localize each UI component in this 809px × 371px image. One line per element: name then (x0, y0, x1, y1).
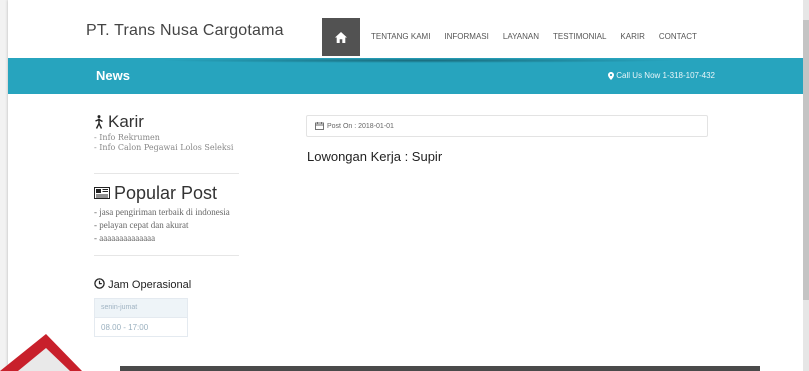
list-item[interactable]: - aaaaaaaaaaaaaa (94, 232, 239, 245)
main-nav: TENTANG KAMI INFORMASI LAYANAN TESTIMONI… (371, 32, 711, 41)
watermark-logo (0, 334, 82, 371)
jam-operasional-title-text: Jam Operasional (108, 279, 192, 291)
list-item[interactable]: - Info Calon Pegawai Lolos Seleksi (94, 143, 239, 153)
clock-icon (94, 278, 105, 289)
popular-post-list: - jasa pengiriman terbaik di indonesia -… (94, 206, 239, 245)
list-item[interactable]: - jasa pengiriman terbaik di indonesia (94, 206, 239, 219)
popular-link-2[interactable]: pelayan cepat dan akurat (99, 220, 188, 230)
divider (94, 173, 239, 174)
nav-informasi[interactable]: INFORMASI (444, 32, 488, 41)
scrollbar-thumb[interactable] (803, 20, 809, 300)
nav-contact[interactable]: CONTACT (659, 32, 697, 41)
nav-tentang-kami[interactable]: TENTANG KAMI (371, 32, 430, 41)
post-meta-box: Post On : 2018-01-01 (306, 115, 708, 137)
sidebar: Karir - Info Rekrumen - Info Calon Pegaw… (94, 113, 239, 337)
karir-link-rekrumen[interactable]: Info Rekrumen (99, 133, 160, 142)
banner-shadow (158, 58, 678, 63)
karir-title: Karir (94, 113, 239, 131)
news-banner: News Call Us Now 1-318-107-432 (8, 58, 803, 94)
page-title: News (96, 68, 130, 83)
popular-link-1[interactable]: jasa pengiriman terbaik di indonesia (99, 207, 229, 217)
newspaper-icon (94, 187, 110, 199)
call-us-text: Call Us Now 1-318-107-432 (616, 71, 715, 80)
home-icon (335, 31, 347, 43)
karir-link-lolos-seleksi[interactable]: Info Calon Pegawai Lolos Seleksi (99, 143, 233, 152)
post-title: Lowongan Kerja : Supir (307, 149, 443, 164)
popular-post-title-text: Popular Post (114, 183, 218, 203)
calendar-icon (315, 122, 324, 130)
map-marker-icon (608, 71, 615, 80)
call-us: Call Us Now 1-318-107-432 (608, 71, 715, 80)
karir-widget: Karir - Info Rekrumen - Info Calon Pegaw… (94, 113, 239, 163)
karir-list: - Info Rekrumen - Info Calon Pegawai Lol… (94, 133, 239, 153)
jam-operasional-title: Jam Operasional (94, 278, 239, 292)
nav-testimonial[interactable]: TESTIMONIAL (553, 32, 606, 41)
nav-karir[interactable]: KARIR (620, 32, 644, 41)
post-date: Post On : 2018-01-01 (327, 122, 394, 130)
nav-layanan[interactable]: LAYANAN (503, 32, 539, 41)
list-item[interactable]: - Info Rekrumen (94, 133, 239, 143)
karir-title-text: Karir (108, 112, 144, 131)
popular-post-title: Popular Post (94, 184, 239, 202)
walking-person-icon (95, 115, 103, 129)
jam-days: senin-jumat (95, 299, 187, 317)
scrollbar[interactable] (803, 0, 809, 371)
popular-link-3[interactable]: aaaaaaaaaaaaaa (99, 233, 155, 243)
home-button[interactable] (322, 18, 360, 56)
list-item[interactable]: - pelayan cepat dan akurat (94, 219, 239, 232)
popular-post-widget: Popular Post - jasa pengiriman terbaik d… (94, 184, 239, 245)
bottom-dark-bar (120, 366, 760, 371)
brand-name[interactable]: PT. Trans Nusa Cargotama (86, 22, 284, 40)
divider (94, 255, 239, 256)
